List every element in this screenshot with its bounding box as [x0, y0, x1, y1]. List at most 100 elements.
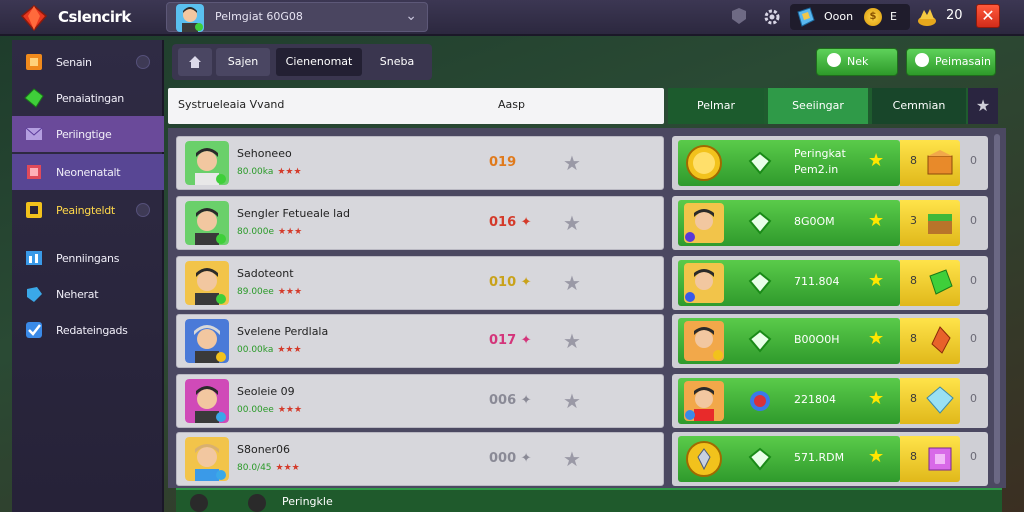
tab-sneba[interactable]: Sneba — [368, 48, 426, 76]
table-row[interactable]: S8oner06 80.0/45 ★★★ 000 ✦ ★ — [176, 432, 664, 486]
ruby-shard-icon — [931, 326, 951, 354]
reward-row[interactable]: 711.804 ★ 8 0 — [672, 256, 988, 310]
close-button[interactable]: ✕ — [976, 4, 1000, 28]
reward-count: 0 — [970, 214, 977, 227]
gift-icon — [915, 53, 929, 67]
player-score: 000 ✦ — [489, 451, 532, 466]
table-row[interactable]: Sengler Fetueale lad 80.000e ★★★ 016 ✦ ★ — [176, 196, 664, 250]
favorite-star-icon[interactable]: ★ — [563, 447, 581, 471]
column-header-name[interactable]: Systrueleaia Vvand — [178, 98, 284, 111]
tab-seeiingar[interactable]: Seeiingar — [768, 88, 868, 124]
bottom-label: Peringkle — [282, 495, 333, 508]
player-avatar-icon — [185, 437, 229, 481]
sidebar-item-label: Neherat — [56, 287, 99, 301]
reward-row[interactable]: Peringkat Pem2.in ★ 8 0 — [672, 136, 988, 190]
scrollbar[interactable] — [994, 134, 1000, 484]
reward-value: Peringkat Pem2.in — [794, 147, 846, 176]
profile-selector[interactable]: Pelmgiat 60G08 ⌄ — [166, 2, 428, 32]
player-name: Svelene Perdlala — [237, 325, 329, 338]
sidebar: Senain Penaiatingan Periingtige Neonenat… — [12, 40, 164, 512]
sidebar-item-neonenatalt[interactable]: Neonenatalt — [12, 154, 164, 190]
column-header-score[interactable]: Aasp — [498, 98, 525, 111]
sidebar-item-label: Neonenatalt — [56, 165, 121, 179]
sidebar-item-senain[interactable]: Senain — [12, 44, 164, 80]
check-icon — [26, 322, 42, 338]
player-stats: 89.00ee ★★★ — [237, 287, 303, 297]
player-score: 019 — [489, 155, 517, 170]
sidebar-item-penaiatingan[interactable]: Penaiatingan — [12, 80, 164, 116]
reward-row[interactable]: 571.RDM ★ 8 0 — [672, 432, 988, 486]
favorite-star-icon[interactable]: ★ — [563, 151, 581, 175]
player-score: 017 ✦ — [489, 333, 532, 348]
reward-row[interactable]: 8G0OM ★ 3 0 — [672, 196, 988, 250]
info-dot-icon — [136, 55, 150, 69]
tab-cemmian[interactable]: Cemmian — [872, 88, 966, 124]
sidebar-item-label: Redateingads — [56, 323, 128, 337]
favorite-star-icon[interactable]: ★ — [563, 389, 581, 413]
purple-crate-icon — [928, 447, 952, 471]
tab-sajen[interactable]: Sajen — [216, 48, 270, 76]
table-row[interactable]: Seoleie 09 00.00ee ★★★ 006 ✦ ★ — [176, 374, 664, 428]
player-avatar-icon — [684, 381, 724, 421]
chevron-down-icon[interactable]: ⌄ — [405, 8, 417, 24]
reward-value: 8G0OM — [794, 215, 835, 228]
reward-row[interactable]: B00O0H ★ 8 0 — [672, 314, 988, 368]
table-row[interactable]: Sehoneeo 80.00ka ★★★ 019 ★ — [176, 136, 664, 190]
reward-count: 0 — [970, 332, 977, 345]
chart-icon — [26, 251, 42, 265]
reward-qty: 8 — [910, 450, 917, 463]
tab-cienenomat[interactable]: Cienenomat — [276, 48, 362, 76]
sidebar-item-periingtige[interactable]: Periingtige — [12, 116, 164, 152]
player-avatar-icon — [684, 203, 724, 243]
tab-pelmar[interactable]: Pelmar — [668, 88, 764, 124]
home-icon — [189, 56, 201, 68]
favorite-star-icon[interactable]: ★ — [563, 211, 581, 235]
tab-home[interactable] — [178, 48, 212, 76]
reward-qty: 8 — [910, 274, 917, 287]
premium-button[interactable]: Peimasain — [906, 48, 996, 76]
shield-icon[interactable] — [730, 5, 748, 29]
emerald-icon — [929, 269, 953, 295]
currency-label: Ooon — [824, 10, 854, 23]
reward-row[interactable]: 221804 ★ 8 0 — [672, 374, 988, 428]
sidebar-item-neherat[interactable]: Neherat — [12, 276, 164, 312]
left-table-header: Systrueleaia Vvand Aasp — [168, 88, 664, 124]
profile-name: Pelmgiat 60G08 — [215, 10, 303, 23]
star-icon: ★ — [868, 328, 885, 349]
favorite-star-icon[interactable]: ★ — [563, 271, 581, 295]
frame-icon — [26, 202, 42, 218]
green-gem-icon — [748, 271, 772, 295]
sidebar-item-label: Penaiatingan — [56, 91, 124, 105]
new-button[interactable]: Nek — [816, 48, 898, 76]
player-avatar-icon — [684, 321, 724, 361]
reward-value: 221804 — [794, 393, 836, 406]
ruby-logo-icon — [20, 5, 48, 32]
sidebar-item-label: Periingtige — [56, 127, 112, 141]
player-stats: 00.00ee ★★★ — [237, 405, 303, 415]
player-avatar-icon — [185, 379, 229, 423]
bottom-strip: Peringkle — [176, 488, 1002, 512]
sidebar-item-penniingans[interactable]: Penniingans — [12, 240, 164, 276]
reward-value: 571.RDM — [794, 451, 845, 464]
favorite-star-icon[interactable]: ★ — [563, 329, 581, 353]
card-icon — [27, 165, 41, 179]
sidebar-item-redateingads[interactable]: Redateingads — [12, 312, 164, 348]
green-gem-icon — [24, 88, 44, 108]
top-bar: Cslencirk Pelmgiat 60G08 ⌄ Ooon $ E 20 ✕ — [0, 0, 1024, 36]
reward-value: B00O0H — [794, 333, 840, 346]
reward-qty: 8 — [910, 392, 917, 405]
favorite-star-icon[interactable]: ★ — [968, 88, 998, 124]
gold-pile-icon — [918, 9, 936, 26]
table-row[interactable]: Sadoteont 89.00ee ★★★ 010 ✦ ★ — [176, 256, 664, 310]
star-icon: ★ — [868, 150, 885, 171]
table-row[interactable]: Svelene Perdlala 00.00ka ★★★ 017 ✦ ★ — [176, 314, 664, 368]
right-table-header: Pelmar Seeiingar Cemmian ★ — [668, 88, 998, 124]
player-score: 016 ✦ — [489, 215, 532, 230]
player-name: Sengler Fetueale lad — [237, 207, 350, 220]
player-name: Seoleie 09 — [237, 385, 295, 398]
gear-icon[interactable] — [762, 5, 782, 29]
mail-icon — [25, 127, 43, 140]
star-icon: ★ — [868, 446, 885, 467]
sidebar-item-peaingteldt[interactable]: Peaingteldt — [12, 192, 164, 228]
plus-icon — [827, 53, 841, 67]
